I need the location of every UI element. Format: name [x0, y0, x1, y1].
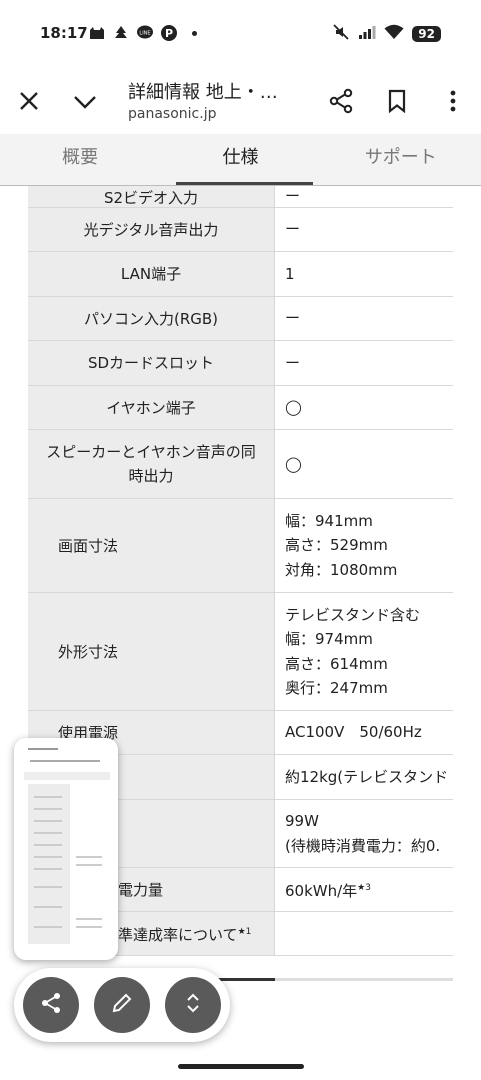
svg-text:LINE: LINE [139, 31, 150, 37]
p-icon: P [160, 24, 178, 42]
spec-label: SDカードスロット [28, 341, 275, 385]
edit-button[interactable] [94, 977, 150, 1033]
table-row: 光デジタル音声出力 ー [28, 208, 453, 252]
battery-indicator: 92 [412, 26, 441, 42]
table-row: SDカードスロット ー [28, 341, 453, 386]
spec-value: ー [285, 353, 301, 372]
spec-label: LAN端子 [28, 252, 275, 296]
tab-overview[interactable]: 概要 [0, 134, 160, 185]
tab-support[interactable]: サポート [321, 134, 481, 185]
spec-label: S2ビデオ入力 [28, 186, 275, 207]
spec-value: ◯ [275, 430, 453, 498]
tree-icon [112, 24, 130, 42]
footnote-mark: ★1 [237, 927, 252, 937]
status-time: 18:17 [40, 24, 88, 42]
footnote-mark: ★3 [357, 882, 371, 893]
close-icon[interactable] [16, 88, 42, 114]
spec-label: 光デジタル音声出力 [28, 208, 275, 251]
page-title[interactable]: 詳細情報 地上・… [128, 78, 278, 104]
section-tabs: 概要 仕様 サポート [0, 134, 481, 186]
spec-value: 60kWh/年★3 [285, 881, 371, 900]
spec-label: 画面寸法 [28, 499, 275, 592]
spec-value: ー [285, 220, 301, 239]
screenshot-preview-image [24, 746, 110, 952]
table-row: 画面寸法 幅：941mm 高さ：529mm 対角：1080mm [28, 499, 453, 593]
tab-specs[interactable]: 仕様 [160, 134, 320, 185]
share-button[interactable] [23, 977, 79, 1033]
gesture-handle[interactable] [178, 1064, 304, 1069]
spec-value: ◯ [275, 386, 453, 429]
pencil-icon [110, 991, 134, 1019]
table-row: LAN端子 1 [28, 252, 453, 297]
table-row: パソコン入力(RGB) ー [28, 297, 453, 341]
spec-value: 幅：941mm 高さ：529mm 対角：1080mm [285, 511, 398, 579]
screenshot-actions [14, 968, 230, 1042]
chevron-down-icon[interactable] [72, 88, 98, 114]
share-icon [39, 991, 63, 1019]
circle-mark: ◯ [285, 398, 302, 417]
spec-value: ー [285, 186, 301, 205]
notification-icons: LINE P [88, 24, 197, 42]
spec-label: 外形寸法 [28, 593, 275, 710]
bookmark-icon[interactable] [384, 88, 410, 114]
table-row: 外形寸法 テレビスタンド含む 幅：974mm 高さ：614mm 奥行：247mm [28, 593, 453, 711]
spec-value: ー [285, 309, 301, 328]
spec-label: イヤホン端子 [28, 386, 275, 429]
spec-value: テレビスタンド含む 幅：974mm 高さ：614mm 奥行：247mm [285, 605, 421, 698]
table-row: スピーカーとイヤホン音声の同時出力 ◯ [28, 430, 453, 499]
spec-value: 1 [285, 264, 295, 283]
scroll-capture-button[interactable] [165, 977, 221, 1033]
more-notifications-dot [192, 30, 197, 36]
spec-value: 99W (待機時消費電力：約0. [285, 812, 441, 855]
line-icon: LINE [136, 24, 154, 42]
mute-icon [332, 23, 350, 45]
system-icons: 92 [332, 23, 441, 45]
wifi-icon [384, 24, 404, 44]
spec-value: AC100V 50/60Hz [285, 723, 422, 742]
spec-label: スピーカーとイヤホン音声の同時出力 [28, 430, 275, 498]
share-icon[interactable] [328, 88, 354, 114]
expand-icon [181, 991, 205, 1019]
signal-icon [358, 24, 376, 44]
circle-mark: ◯ [285, 454, 302, 473]
screenshot-preview[interactable] [14, 738, 118, 960]
spec-value [275, 912, 453, 955]
cat-icon [88, 24, 106, 42]
table-row: S2ビデオ入力 ー [28, 186, 453, 208]
table-row: イヤホン端子 ◯ [28, 386, 453, 430]
svg-text:P: P [165, 27, 173, 40]
page-domain: panasonic.jp [128, 106, 217, 122]
spec-label: パソコン入力(RGB) [28, 297, 275, 340]
more-vert-icon[interactable] [440, 88, 466, 114]
top-app-bar: 詳細情報 地上・… panasonic.jp [0, 68, 481, 134]
status-bar: 18:17 LINE P 92 [0, 0, 481, 68]
spec-value: 約12kg(テレビスタンド [285, 767, 449, 786]
